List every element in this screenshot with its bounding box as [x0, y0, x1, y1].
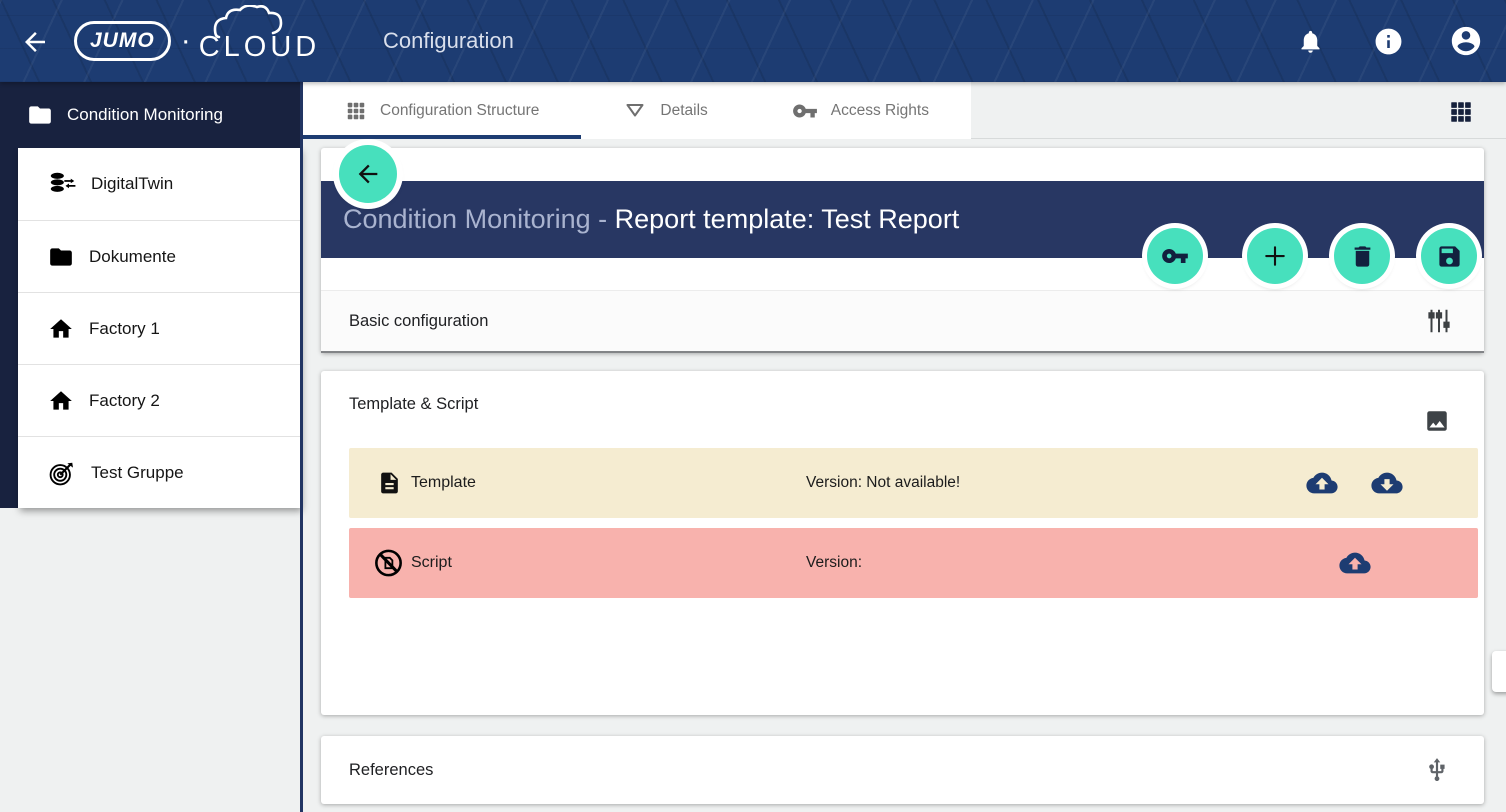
usb-icon	[1424, 757, 1460, 783]
account-button[interactable]	[1444, 0, 1488, 82]
jumo-cloud-app: JUMO · CLOUD Configuration	[0, 0, 1506, 812]
sidebar-group-label: Condition Monitoring	[67, 105, 223, 125]
home-icon	[48, 316, 74, 342]
config-title: Condition Monitoring - Report template: …	[343, 204, 959, 235]
tab-label: Details	[660, 102, 707, 120]
script-version-text: Version:	[806, 554, 862, 572]
jumo-logo-text: JUMO	[74, 21, 171, 61]
folder-icon	[48, 244, 74, 270]
apps-grid-button[interactable]	[1448, 90, 1492, 134]
save-icon	[1436, 243, 1463, 270]
sidebar-divider	[300, 82, 303, 812]
basic-configuration-row[interactable]: Basic configuration	[321, 290, 1484, 353]
tabs-strip: Configuration Structure Details Access R…	[303, 82, 971, 139]
cloud-outline-icon	[213, 5, 299, 39]
script-row: Script Version:	[349, 528, 1478, 598]
info-button[interactable]	[1366, 0, 1410, 82]
add-icon	[1260, 241, 1290, 271]
sidebar-item-digitaltwin[interactable]: DigitalTwin	[18, 148, 300, 220]
sidebar-item-factory-2[interactable]: Factory 2	[18, 364, 300, 436]
sidebar-item-dokumente[interactable]: Dokumente	[18, 220, 300, 292]
tune-icon	[1424, 306, 1460, 336]
grid-icon	[345, 100, 367, 122]
navigate-back-fab[interactable]	[339, 145, 397, 203]
cloud-upload-icon	[1306, 470, 1340, 496]
config-header-card: Condition Monitoring - Report template: …	[321, 148, 1484, 353]
delete-icon	[1349, 243, 1376, 270]
preview-image-button[interactable]	[1424, 403, 1460, 439]
page-title: Configuration	[383, 0, 514, 82]
script-upload-button[interactable]	[1339, 549, 1373, 577]
image-icon	[1424, 408, 1460, 434]
tab-label: Access Rights	[831, 102, 929, 120]
config-title-text: Report template: Test Report	[615, 204, 960, 234]
sidebar-item-test-gruppe[interactable]: Test Gruppe	[18, 436, 300, 508]
folder-icon	[27, 102, 53, 128]
topbar: JUMO · CLOUD Configuration	[0, 0, 1506, 82]
cloud-download-icon	[1371, 470, 1405, 496]
template-script-title: Template & Script	[349, 395, 478, 414]
sidebar-item-label: Factory 1	[89, 319, 160, 339]
references-label: References	[349, 761, 433, 780]
key-icon	[792, 98, 818, 124]
back-button[interactable]	[20, 25, 54, 59]
tab-details[interactable]: Details	[581, 82, 749, 139]
digital-twin-icon	[48, 170, 76, 198]
save-fab[interactable]	[1421, 228, 1477, 284]
add-fab[interactable]	[1247, 228, 1303, 284]
tab-configuration-structure[interactable]: Configuration Structure	[303, 82, 581, 139]
funnel-icon	[623, 99, 647, 123]
sidebar-item-factory-1[interactable]: Factory 1	[18, 292, 300, 364]
delete-fab[interactable]	[1334, 228, 1390, 284]
sidebar-item-label: Dokumente	[89, 247, 176, 267]
info-icon	[1373, 26, 1404, 57]
config-breadcrumb: Condition Monitoring -	[343, 204, 615, 234]
tab-bar: Configuration Structure Details Access R…	[303, 82, 1506, 139]
basic-configuration-label: Basic configuration	[349, 312, 488, 331]
tab-label: Configuration Structure	[380, 102, 539, 120]
home-icon	[48, 388, 74, 414]
arrow-back-icon	[354, 160, 382, 188]
references-connect-button[interactable]	[1424, 752, 1460, 788]
apps-grid-icon	[1448, 99, 1492, 125]
target-icon	[48, 459, 76, 487]
template-upload-button[interactable]	[1306, 469, 1340, 497]
account-circle-icon	[1449, 24, 1483, 58]
template-script-card: Template & Script Template Version: Not …	[321, 371, 1484, 715]
script-row-label: Script	[411, 554, 452, 572]
basic-configuration-expand-button[interactable]	[1424, 303, 1460, 339]
sidebar-item-label: Factory 2	[89, 391, 160, 411]
access-rights-fab[interactable]	[1147, 228, 1203, 284]
template-download-button[interactable]	[1371, 469, 1405, 497]
logo-dot: ·	[181, 24, 191, 58]
notifications-button[interactable]	[1288, 0, 1332, 82]
basic-button[interactable]: Basic	[1492, 651, 1506, 692]
template-version-text: Version: Not available!	[806, 474, 960, 492]
sidebar-item-label: DigitalTwin	[91, 174, 173, 194]
document-icon	[377, 471, 402, 496]
cloud-upload-icon	[1339, 550, 1373, 576]
sidebar-group-header[interactable]: Condition Monitoring	[0, 82, 300, 148]
template-row-label: Template	[411, 474, 476, 492]
key-icon	[1161, 242, 1189, 270]
references-card[interactable]: References	[321, 736, 1484, 804]
sidebar-tree: DigitalTwin Dokumente Factory 1 Factory …	[18, 148, 300, 508]
sidebar-rail	[0, 148, 18, 508]
script-blocked-icon	[373, 548, 404, 579]
template-row: Template Version: Not available!	[349, 448, 1478, 518]
jumo-cloud-logo: JUMO · CLOUD	[74, 14, 320, 68]
bell-icon	[1297, 28, 1324, 55]
arrow-back-icon	[20, 27, 54, 57]
config-title-band: Condition Monitoring - Report template: …	[321, 181, 1484, 258]
tab-access-rights[interactable]: Access Rights	[750, 82, 971, 139]
sidebar-item-label: Test Gruppe	[91, 463, 184, 483]
